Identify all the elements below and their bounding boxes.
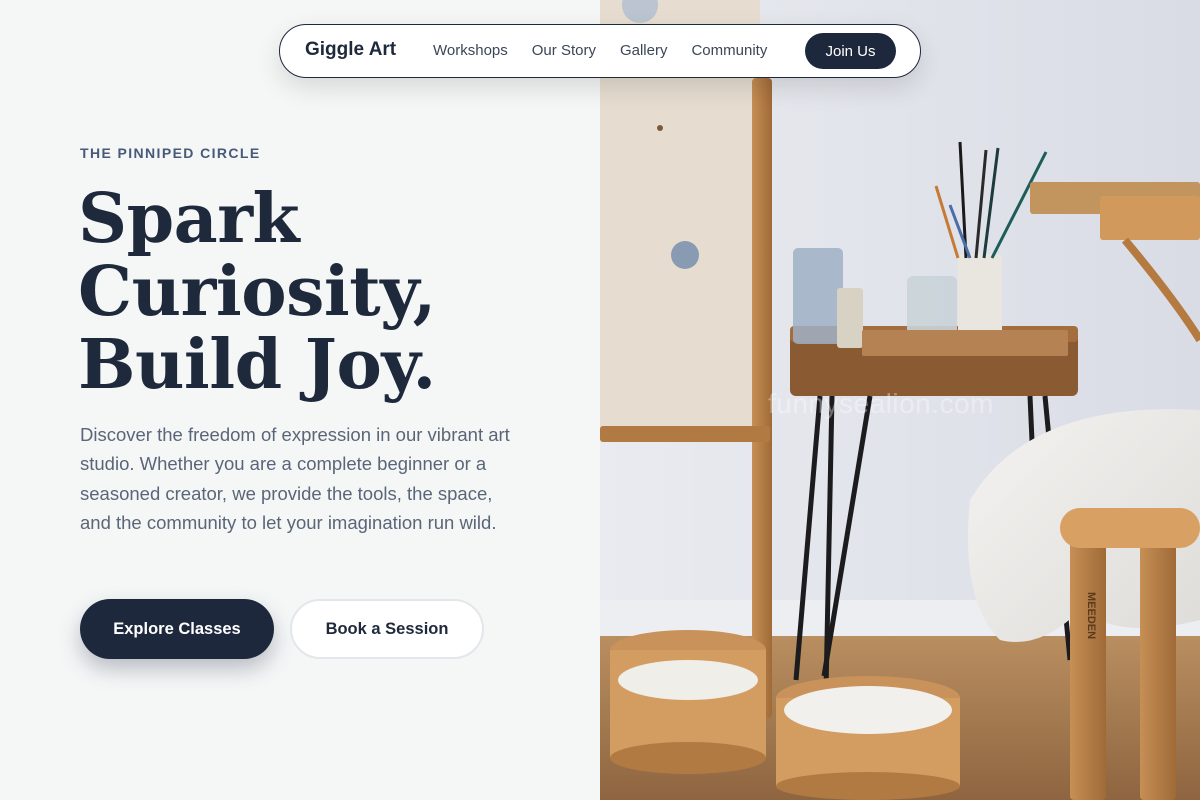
nav-link-community[interactable]: Community (691, 42, 767, 59)
bottle (837, 288, 863, 348)
hero-eyebrow: THE PINNIPED CIRCLE (80, 145, 261, 161)
wooden-bowl (610, 742, 766, 774)
nav-link-our-story[interactable]: Our Story (532, 42, 596, 59)
hero-content: THE PINNIPED CIRCLE Spark Curiosity, Bui… (0, 0, 600, 800)
book-session-button[interactable]: Book a Session (290, 599, 484, 659)
easel-brand: MEEDEN (1085, 592, 1097, 639)
easel-leg (1070, 510, 1106, 800)
headline-line: Build Joy. (78, 325, 436, 405)
watermark: funnysealion.com (768, 388, 994, 419)
brush-holder (958, 254, 1002, 334)
wooden-bowl (776, 772, 960, 800)
studio-photo: MEEDEN funnysealion.com (600, 0, 1200, 800)
brand-logo[interactable]: Giggle Art (305, 39, 396, 61)
paint-tubes (784, 686, 952, 734)
headline-line: Spark (78, 179, 300, 259)
glass-jar (907, 276, 957, 338)
easel-ledge (600, 426, 770, 442)
top-navigation: Giggle Art Workshops Our Story Gallery C… (279, 24, 921, 78)
join-us-button[interactable]: Join Us (805, 33, 896, 69)
glass-jar (793, 248, 843, 344)
hero-description: Discover the freedom of expression in ou… (80, 424, 510, 533)
drafting-table-clamp (1100, 196, 1200, 240)
paint-stain (671, 241, 699, 269)
explore-classes-button[interactable]: Explore Classes (80, 599, 274, 659)
paint-stain (657, 125, 663, 131)
hero-headline: Spark Curiosity, Build Joy. (78, 183, 578, 402)
paint-tubes (618, 660, 758, 700)
easel-leg (1140, 530, 1176, 800)
nav-link-workshops[interactable]: Workshops (433, 42, 508, 59)
palette-tray (862, 330, 1068, 356)
easel-crossbar (1060, 508, 1200, 548)
nav-link-gallery[interactable]: Gallery (620, 42, 668, 59)
headline-line: Curiosity, (78, 252, 436, 332)
nav-links: Workshops Our Story Gallery Community (433, 42, 791, 59)
